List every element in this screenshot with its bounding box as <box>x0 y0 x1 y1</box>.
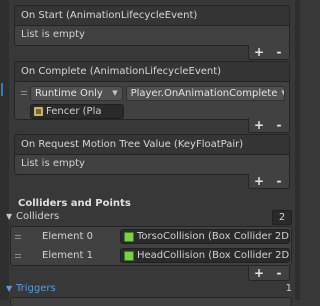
on-request-motion-tree-body: List is empty <box>14 154 290 175</box>
on-complete-list-controls: + - <box>248 118 290 133</box>
box-collider-icon <box>124 231 134 242</box>
on-complete-add-button[interactable]: + <box>252 118 266 132</box>
drag-handle-icon[interactable] <box>21 89 27 97</box>
colliders-foldout[interactable]: ▼ Colliders 2 <box>6 209 292 225</box>
foldout-expanded-icon: ▼ <box>6 212 13 221</box>
colliders-foldout-label: Colliders <box>16 211 60 222</box>
colliders-count-field[interactable]: 2 <box>272 209 292 225</box>
on-request-motion-tree-empty-text: List is empty <box>21 158 85 169</box>
on-request-motion-tree-add-button[interactable]: + <box>252 174 266 188</box>
target-object-field[interactable]: Fencer (Pla <box>30 103 124 119</box>
element-0-value: TorsoCollision (Box Collider 2D) <box>137 231 290 242</box>
colliders-list: Element 0 TorsoCollision (Box Collider 2… <box>10 226 292 266</box>
element-1-label: Element 1 <box>42 250 93 261</box>
on-start-list-controls: + - <box>248 45 290 60</box>
colliders-list-controls: + - <box>248 266 290 281</box>
drag-handle-icon[interactable] <box>15 233 21 241</box>
on-request-motion-tree-list-controls: + - <box>248 174 290 189</box>
on-complete-body: Runtime Only ▼ Player.OnAnimationComplet… <box>14 81 290 120</box>
on-start-add-button[interactable]: + <box>252 45 266 59</box>
script-icon <box>34 106 43 116</box>
list-item: Element 1 HeadCollision (Box Collider 2D… <box>11 246 291 265</box>
on-complete-header: On Complete (AnimationLifecycleEvent) <box>14 61 290 81</box>
function-value: Player.OnAnimationComplete <box>130 87 278 99</box>
on-complete-remove-button[interactable]: - <box>272 118 286 132</box>
listener-object-row: Fencer (Pla <box>21 103 285 119</box>
triggers-count: 1 <box>285 283 292 294</box>
on-start-body: List is empty <box>14 25 290 46</box>
on-start-event: On Start (AnimationLifecycleEvent) List … <box>14 5 290 60</box>
runtime-mode-value: Runtime Only <box>35 87 103 99</box>
on-request-motion-tree-header: On Request Motion Tree Value (KeyFloatPa… <box>14 134 290 154</box>
on-complete-event: On Complete (AnimationLifecycleEvent) Ru… <box>14 61 290 133</box>
selection-marker <box>1 83 3 96</box>
element-0-field[interactable]: TorsoCollision (Box Collider 2D) <box>120 229 290 244</box>
function-dropdown[interactable]: Player.OnAnimationComplete ▼ <box>125 85 285 101</box>
triggers-foldout[interactable]: ▼ Triggers 1 <box>6 281 292 297</box>
on-start-remove-button[interactable]: - <box>272 45 286 59</box>
element-0-label: Element 0 <box>42 231 93 242</box>
foldout-expanded-icon: ▼ <box>6 284 13 293</box>
inspector-scrollbar[interactable] <box>295 0 300 300</box>
target-object-value: Fencer (Pla <box>46 105 102 117</box>
triggers-list <box>10 297 292 306</box>
on-start-header: On Start (AnimationLifecycleEvent) <box>14 5 290 25</box>
inspector-left-gutter <box>0 0 9 300</box>
on-request-motion-tree-event: On Request Motion Tree Value (KeyFloatPa… <box>14 134 290 189</box>
triggers-foldout-label: Triggers <box>16 283 56 294</box>
element-1-field[interactable]: HeadCollision (Box Collider 2D) <box>120 248 290 263</box>
on-start-empty-text: List is empty <box>21 29 85 40</box>
listener-row: Runtime Only ▼ Player.OnAnimationComplet… <box>21 85 285 101</box>
on-request-motion-tree-remove-button[interactable]: - <box>272 174 286 188</box>
colliders-and-points-heading: Colliders and Points <box>18 198 131 209</box>
runtime-mode-dropdown[interactable]: Runtime Only ▼ <box>30 85 123 101</box>
colliders-remove-button[interactable]: - <box>272 266 286 280</box>
element-1-value: HeadCollision (Box Collider 2D) <box>137 250 290 261</box>
colliders-add-button[interactable]: + <box>252 266 266 280</box>
box-collider-icon <box>124 250 134 261</box>
chevron-down-icon: ▼ <box>112 88 118 97</box>
list-item: Element 0 TorsoCollision (Box Collider 2… <box>11 227 291 246</box>
chevron-down-icon: ▼ <box>281 87 284 100</box>
drag-handle-icon[interactable] <box>15 252 21 260</box>
